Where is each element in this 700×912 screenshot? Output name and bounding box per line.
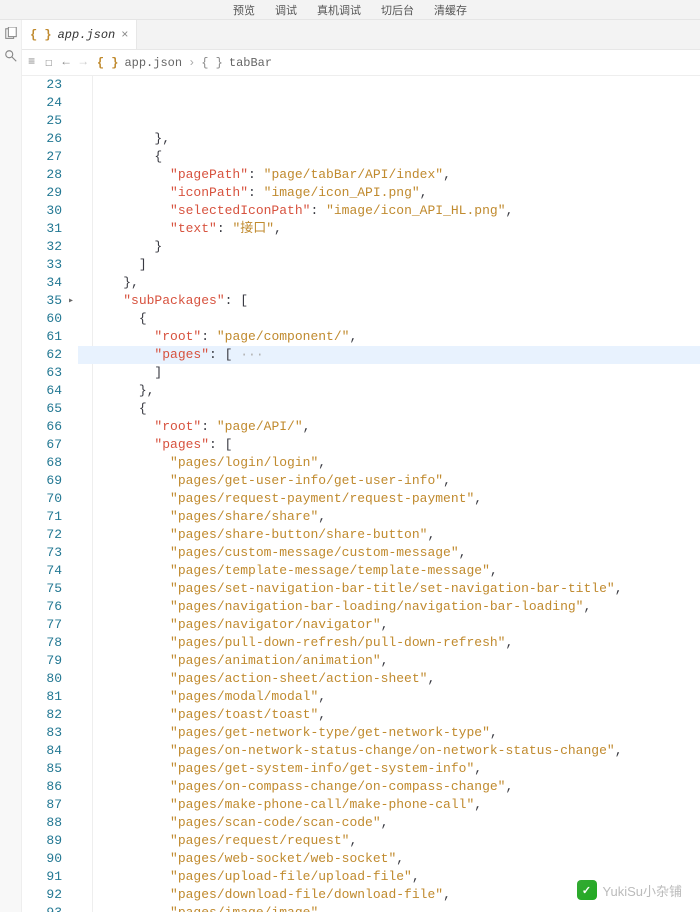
code-area[interactable]: }, { "pagePath": "page/tabBar/API/index"… xyxy=(78,76,700,912)
close-icon[interactable]: × xyxy=(121,28,128,42)
search-icon[interactable] xyxy=(3,48,19,64)
wechat-icon: ✓ xyxy=(577,880,597,900)
tab-filename: app.json xyxy=(58,28,116,42)
breadcrumb-file[interactable]: app.json xyxy=(124,56,182,70)
list-icon[interactable]: ≡ xyxy=(28,55,35,70)
activity-bar xyxy=(0,20,22,912)
tabs-row: { } app.json × xyxy=(22,20,700,50)
back-icon[interactable]: ← xyxy=(62,55,69,70)
menu-item[interactable]: 预览 xyxy=(233,2,255,18)
json-icon: { } xyxy=(97,56,119,70)
menu-item[interactable]: 真机调试 xyxy=(317,2,361,18)
files-icon[interactable] xyxy=(3,26,19,42)
top-menu-bar: 预览 调试 真机调试 切后台 清缓存 xyxy=(0,0,700,20)
menu-item[interactable]: 切后台 xyxy=(381,2,414,18)
line-gutter: 23242526272829303132333435▸6061626364656… xyxy=(22,76,78,912)
watermark: ✓ YukiSu小杂铺 xyxy=(577,880,682,900)
forward-icon[interactable]: → xyxy=(80,55,87,70)
menu-item[interactable]: 清缓存 xyxy=(434,2,467,18)
breadcrumb: ≡ ☐ ← → { } app.json › { } tabBar xyxy=(22,50,700,76)
tab-app-json[interactable]: { } app.json × xyxy=(22,20,137,49)
menu-item[interactable]: 调试 xyxy=(275,2,297,18)
chevron-right-icon: › xyxy=(188,56,195,70)
json-icon: { } xyxy=(30,28,52,42)
editor[interactable]: 23242526272829303132333435▸6061626364656… xyxy=(22,76,700,912)
watermark-text: YukiSu小杂铺 xyxy=(603,881,682,900)
bookmark-icon[interactable]: ☐ xyxy=(45,55,52,70)
breadcrumb-segment[interactable]: tabBar xyxy=(229,56,272,70)
fold-arrow-icon[interactable]: ▸ xyxy=(68,293,74,311)
